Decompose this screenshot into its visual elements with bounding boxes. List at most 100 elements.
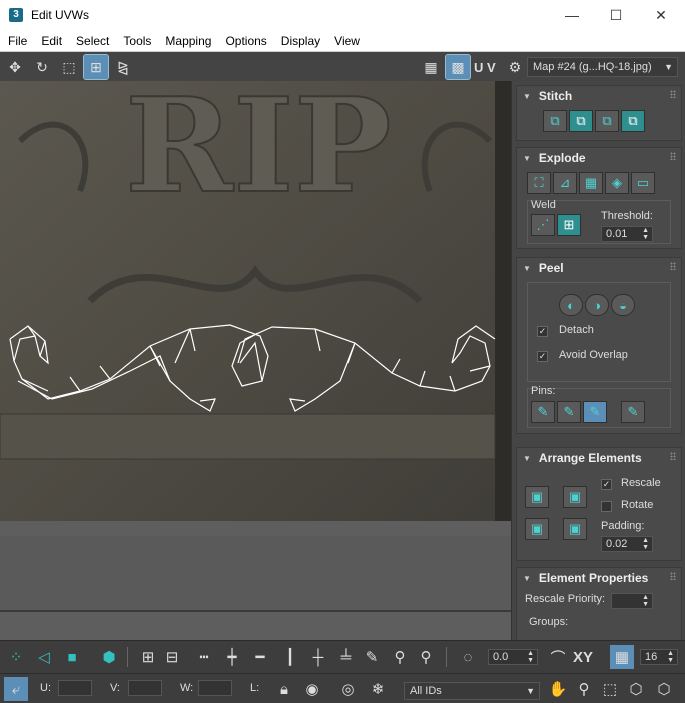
stitch-target-icon[interactable]: ⧉ — [569, 110, 593, 132]
ids-select[interactable]: All IDs ▼ — [404, 682, 540, 700]
menu-view[interactable]: View — [327, 34, 367, 48]
w-label: W: — [180, 682, 194, 694]
rescale-priority-spinner[interactable]: ▲ ▼ — [611, 593, 653, 609]
padding-spinner[interactable]: 0.02 ▲ ▼ — [601, 536, 653, 552]
title-bar: 3 Edit UVWs — ☐ ✕ — [0, 0, 685, 30]
stitch-header[interactable]: ▼ Stitch — [517, 86, 681, 106]
reset-peel-icon[interactable]: ◒ — [611, 294, 635, 316]
target-weld-icon[interactable]: ⊞ — [557, 214, 581, 236]
auto-pin-icon[interactable]: ✎ — [583, 401, 607, 423]
maximize-button[interactable]: ☐ — [593, 0, 639, 30]
pack-together-icon[interactable]: ▣ — [563, 486, 587, 508]
rotate-label: Rotate — [621, 499, 654, 511]
stitch-custom-icon[interactable]: ⧉ — [543, 110, 567, 132]
grid-spinner[interactable]: 16 ▲ ▼ — [640, 649, 678, 665]
element-mode-icon[interactable]: ⬢ — [97, 645, 121, 669]
vertex-mode-icon[interactable]: ⁘ — [4, 645, 28, 669]
flatten-by-polygon-icon[interactable]: ▦ — [579, 172, 603, 194]
menu-select[interactable]: Select — [69, 34, 116, 48]
arrange-elements-rollout: ▼ Arrange Elements ▣ ▣ ▣ ▣ ✓ Rescale Rota… — [516, 447, 682, 561]
edge-mode-icon[interactable]: ◁ — [32, 645, 56, 669]
avoid-overlap-checkbox[interactable]: ✓ — [537, 351, 548, 362]
checker-pattern-icon[interactable]: ▦ — [419, 55, 443, 79]
angle-spinner[interactable]: 0.0 ▲ ▼ — [488, 649, 538, 665]
peel-mode-icon[interactable]: ◑ — [585, 294, 609, 316]
map-select[interactable]: Map #24 (g...HQ-18.jpg) ▼ — [527, 57, 678, 77]
unpin-icon[interactable]: ✎ — [557, 401, 581, 423]
peel-header[interactable]: ▼ Peel — [517, 258, 681, 278]
flatten-by-smoothing-icon[interactable]: ◈ — [605, 172, 629, 194]
freeform-mode-icon[interactable]: ⊞ — [83, 54, 109, 80]
pins-label: Pins: — [531, 385, 556, 397]
paint-select-icon[interactable]: ✎ — [360, 645, 384, 669]
stitch-average-icon[interactable]: ⧉ — [621, 110, 645, 132]
menu-options[interactable]: Options — [218, 34, 273, 48]
quick-peel-icon[interactable]: ◐ — [559, 294, 583, 316]
menu-mapping[interactable]: Mapping — [158, 34, 218, 48]
u-field[interactable] — [58, 680, 92, 696]
window-title: Edit UVWs — [31, 8, 90, 22]
paint-brush-small-icon[interactable]: ⚲ — [414, 645, 438, 669]
absolute-mode-icon[interactable]: ⤶ — [4, 677, 28, 701]
element-properties-rollout: ▼ Element Properties Rescale Priority: ▲ ▼… — [516, 567, 682, 640]
ring-grow-icon[interactable]: ┿ — [220, 645, 244, 669]
paint-brush-icon[interactable]: ⚲ — [388, 645, 412, 669]
uv-viewport[interactable]: RIP — [0, 81, 511, 640]
show-map-icon[interactable]: ▩ — [445, 54, 471, 80]
scale-icon[interactable]: ⬚ — [57, 55, 81, 79]
v-field[interactable] — [128, 680, 162, 696]
close-button[interactable]: ✕ — [638, 0, 684, 30]
menu-tools[interactable]: Tools — [116, 34, 158, 48]
threshold-spinner[interactable]: 0.01 ▲ ▼ — [601, 226, 653, 242]
flatten-by-material-icon[interactable]: ▭ — [631, 172, 655, 194]
status-toolbar: ⤶ U: V: W: L: 🔒︎ ◉ ◎ ❄ All IDs ▼ ✋ ⚲ ⬚ ⬡ … — [0, 673, 685, 703]
xy-toggle[interactable]: XY — [573, 649, 593, 666]
explode-header[interactable]: ▼ Explode — [517, 148, 681, 168]
pack-in-place-icon[interactable]: ▣ — [563, 518, 587, 540]
w-field[interactable] — [198, 680, 232, 696]
zoom-icon[interactable]: ⚲ — [572, 677, 596, 701]
pin-icon[interactable]: ✎ — [531, 401, 555, 423]
map-settings-icon[interactable]: ⚙ — [503, 55, 527, 79]
edge-select-icon[interactable]: ╧ — [334, 645, 358, 669]
point-to-point-icon[interactable]: ┼ — [306, 645, 330, 669]
rotate-icon[interactable]: ↻ — [30, 55, 54, 79]
menu-display[interactable]: Display — [274, 34, 327, 48]
pack-custom-icon[interactable]: ▣ — [525, 518, 549, 540]
mirror-icon[interactable]: ⧎ — [111, 55, 135, 79]
detach-checkbox[interactable]: ✓ — [537, 326, 548, 337]
loop-shrink-icon[interactable]: ━ — [248, 645, 272, 669]
select-pins-icon[interactable]: ✎ — [621, 401, 645, 423]
menu-edit[interactable]: Edit — [34, 34, 69, 48]
stitch-source-icon[interactable]: ⧉ — [595, 110, 619, 132]
eye-icon[interactable]: ◎ — [336, 677, 360, 701]
hide-icon[interactable]: ◉ — [300, 677, 324, 701]
rescale-checkbox[interactable]: ✓ — [601, 479, 612, 490]
soft-select-icon[interactable]: ◌ — [456, 645, 480, 669]
rotate-checkbox[interactable] — [601, 501, 612, 512]
freeze-icon[interactable]: ❄ — [366, 677, 390, 701]
pan-icon[interactable]: ✋ — [546, 677, 570, 701]
break-icon[interactable]: ⛶ — [527, 172, 551, 194]
minimize-button[interactable]: — — [549, 0, 595, 30]
zoom-extents-selected-icon[interactable]: ⬡ — [652, 677, 676, 701]
grow-selection-icon[interactable]: ⊞ — [136, 645, 160, 669]
weld-selected-icon[interactable]: ⋰ — [531, 214, 555, 236]
pack-normalize-icon[interactable]: ▣ — [525, 486, 549, 508]
detach-edge-icon[interactable]: ⊿ — [553, 172, 577, 194]
polygon-mode-icon[interactable]: ■ — [60, 645, 84, 669]
uv-axis-toggle[interactable]: U V — [474, 60, 496, 75]
grid-snap-icon[interactable]: ▦ — [610, 645, 634, 669]
zoom-extents-icon[interactable]: ⬡ — [624, 677, 648, 701]
menu-file[interactable]: File — [0, 34, 34, 48]
element-properties-header[interactable]: ▼ Element Properties — [517, 568, 681, 588]
curve-icon[interactable]: ⌒ — [546, 645, 570, 669]
ring-shrink-icon[interactable]: ┅ — [192, 645, 216, 669]
loop-grow-icon[interactable]: ┃ — [278, 645, 302, 669]
uv-canvas[interactable]: RIP — [0, 81, 511, 640]
arrange-elements-header[interactable]: ▼ Arrange Elements — [517, 448, 681, 468]
move-icon[interactable]: ✥ — [3, 55, 27, 79]
shrink-selection-icon[interactable]: ⊟ — [160, 645, 184, 669]
lock-icon[interactable]: 🔒︎ — [272, 677, 296, 701]
zoom-region-icon[interactable]: ⬚ — [598, 677, 622, 701]
